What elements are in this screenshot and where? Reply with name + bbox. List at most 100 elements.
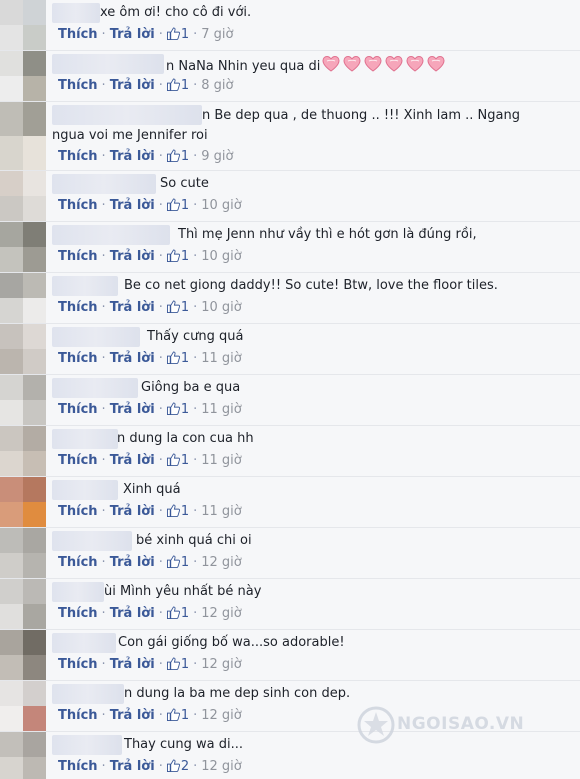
avatar[interactable]	[0, 102, 46, 170]
reply-link[interactable]: Trả lời	[110, 759, 155, 774]
like-link[interactable]: Thích	[58, 300, 98, 315]
timestamp[interactable]: 12 giờ	[201, 759, 242, 774]
reply-link[interactable]: Trả lời	[110, 300, 155, 315]
like-link[interactable]: Thích	[58, 78, 98, 93]
like-link[interactable]: Thích	[58, 555, 98, 570]
timestamp[interactable]: 12 giờ	[201, 555, 242, 570]
like-count[interactable]: 1	[166, 555, 189, 570]
like-count[interactable]: 1	[166, 657, 189, 672]
like-count[interactable]: 1	[166, 249, 189, 264]
timestamp[interactable]: 11 giờ	[201, 402, 242, 417]
commenter-name[interactable]	[52, 735, 122, 755]
separator: ·	[193, 300, 198, 315]
reply-link[interactable]: Trả lời	[110, 504, 155, 519]
avatar[interactable]	[0, 477, 46, 527]
separator: ·	[158, 149, 163, 164]
like-link[interactable]: Thích	[58, 708, 98, 723]
like-count[interactable]: 1	[166, 606, 189, 621]
commenter-name[interactable]	[52, 684, 124, 704]
reply-link[interactable]: Trả lời	[110, 78, 155, 93]
like-link[interactable]: Thích	[58, 504, 98, 519]
avatar[interactable]	[0, 732, 46, 779]
watermark: NGOISAO.VN	[355, 700, 555, 750]
like-link[interactable]: Thích	[58, 27, 98, 42]
like-count[interactable]: 1	[166, 504, 189, 519]
like-link[interactable]: Thích	[58, 249, 98, 264]
like-count[interactable]: 1	[166, 149, 189, 164]
timestamp[interactable]: 11 giờ	[201, 504, 242, 519]
reply-link[interactable]: Trả lời	[110, 402, 155, 417]
separator: ·	[193, 402, 198, 417]
avatar[interactable]	[0, 375, 46, 425]
like-count[interactable]: 1	[166, 300, 189, 315]
timestamp[interactable]: 8 giờ	[201, 78, 233, 93]
timestamp[interactable]: 10 giờ	[201, 198, 242, 213]
commenter-name[interactable]	[52, 174, 156, 194]
commenter-name[interactable]	[52, 531, 132, 551]
avatar[interactable]	[0, 222, 46, 272]
comment-item: Thấy cưng quá Thích · Trả lời · 1 · 11 giờ	[0, 324, 580, 375]
timestamp[interactable]: 12 giờ	[201, 606, 242, 621]
comment-item: So cute Thích · Trả lời · 1 · 10 giờ	[0, 171, 580, 222]
reply-link[interactable]: Trả lời	[110, 657, 155, 672]
avatar[interactable]	[0, 630, 46, 680]
reply-link[interactable]: Trả lời	[110, 249, 155, 264]
like-link[interactable]: Thích	[58, 198, 98, 213]
like-count[interactable]: 1	[166, 27, 189, 42]
avatar[interactable]	[0, 273, 46, 323]
avatar[interactable]	[0, 528, 46, 578]
timestamp[interactable]: 10 giờ	[201, 249, 242, 264]
avatar[interactable]	[0, 426, 46, 476]
reply-link[interactable]: Trả lời	[110, 149, 155, 164]
timestamp[interactable]: 12 giờ	[201, 708, 242, 723]
commenter-name[interactable]	[52, 225, 170, 245]
separator: ·	[101, 453, 106, 468]
commenter-name[interactable]	[52, 429, 118, 449]
avatar[interactable]	[0, 51, 46, 101]
commenter-name[interactable]	[52, 633, 116, 653]
timestamp[interactable]: 7 giờ	[201, 27, 233, 42]
reply-link[interactable]: Trả lời	[110, 198, 155, 213]
like-link[interactable]: Thích	[58, 351, 98, 366]
like-link[interactable]: Thích	[58, 606, 98, 621]
commenter-name[interactable]	[52, 327, 140, 347]
like-count[interactable]: 1	[166, 198, 189, 213]
thumbs-up-icon	[166, 402, 180, 415]
like-link[interactable]: Thích	[58, 149, 98, 164]
like-link[interactable]: Thích	[58, 453, 98, 468]
avatar[interactable]	[0, 681, 46, 731]
commenter-name[interactable]	[52, 378, 138, 398]
reply-link[interactable]: Trả lời	[110, 351, 155, 366]
avatar[interactable]	[0, 171, 46, 221]
like-link[interactable]: Thích	[58, 402, 98, 417]
commenter-name[interactable]	[52, 54, 164, 74]
separator: ·	[158, 27, 163, 42]
timestamp[interactable]: 12 giờ	[201, 657, 242, 672]
reply-link[interactable]: Trả lời	[110, 708, 155, 723]
avatar[interactable]	[0, 324, 46, 374]
commenter-name[interactable]	[52, 582, 104, 602]
like-count[interactable]: 1	[166, 708, 189, 723]
timestamp[interactable]: 11 giờ	[201, 351, 242, 366]
avatar[interactable]	[0, 579, 46, 629]
like-count[interactable]: 2	[166, 759, 189, 774]
like-count[interactable]: 1	[166, 453, 189, 468]
avatar[interactable]	[0, 0, 46, 50]
timestamp[interactable]: 9 giờ	[201, 149, 233, 164]
reply-link[interactable]: Trả lời	[110, 27, 155, 42]
separator: ·	[101, 504, 106, 519]
timestamp[interactable]: 11 giờ	[201, 453, 242, 468]
like-count[interactable]: 1	[166, 78, 189, 93]
commenter-name[interactable]	[52, 480, 118, 500]
like-count[interactable]: 1	[166, 402, 189, 417]
like-link[interactable]: Thích	[58, 657, 98, 672]
reply-link[interactable]: Trả lời	[110, 453, 155, 468]
commenter-name[interactable]	[52, 3, 100, 23]
separator: ·	[158, 351, 163, 366]
timestamp[interactable]: 10 giờ	[201, 300, 242, 315]
like-count[interactable]: 1	[166, 351, 189, 366]
like-link[interactable]: Thích	[58, 759, 98, 774]
reply-link[interactable]: Trả lời	[110, 555, 155, 570]
commenter-name[interactable]	[52, 276, 118, 296]
reply-link[interactable]: Trả lời	[110, 606, 155, 621]
